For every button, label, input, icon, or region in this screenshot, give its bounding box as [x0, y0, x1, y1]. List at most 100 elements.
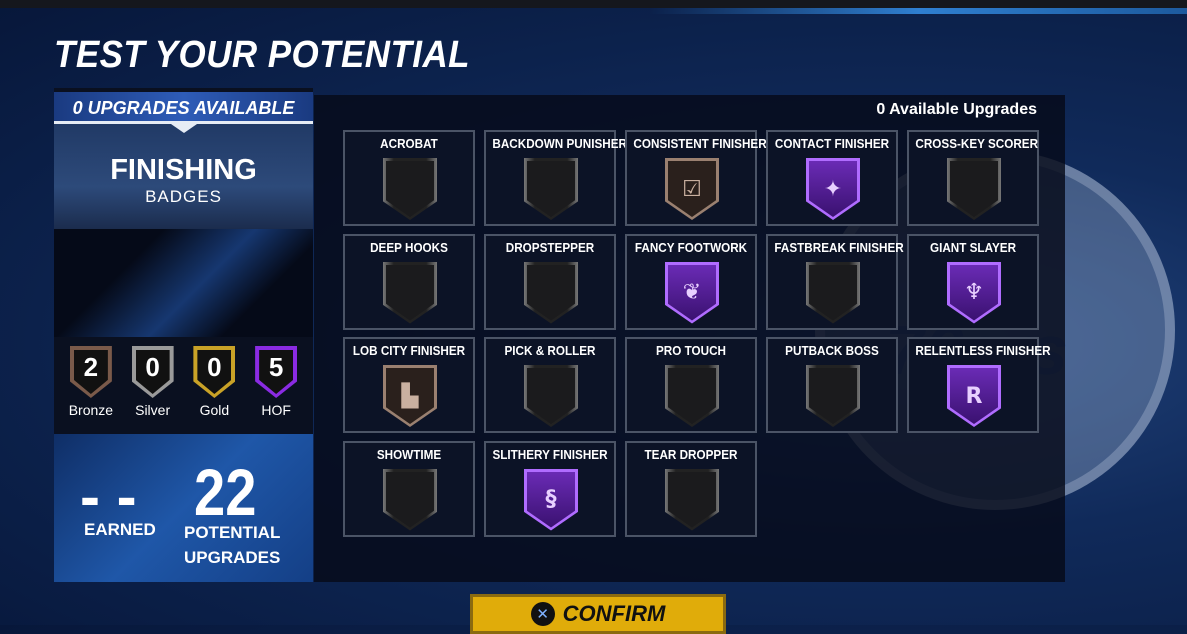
potential-value: 22: [194, 455, 257, 529]
badge-face: ❦: [668, 264, 716, 321]
empty-badge-icon: [665, 468, 719, 531]
confirm-label: CONFIRM: [562, 601, 666, 626]
badge-pick-roller[interactable]: PICK & ROLLER: [484, 337, 616, 433]
badge-name: CONTACT FINISHER: [774, 136, 890, 151]
contact-badge-icon: ✦: [806, 158, 860, 220]
badge-face: [527, 368, 575, 424]
badge-giant-slayer[interactable]: GIANT SLAYER ♆: [907, 233, 1039, 330]
badge-face: [809, 264, 857, 321]
available-upgrades-header: 0 Available Upgrades: [876, 101, 1037, 118]
badge-face: [386, 264, 434, 321]
winged-shoe-badge-icon: ❦: [665, 261, 719, 324]
badge-name: PUTBACK BOSS: [785, 343, 879, 358]
badge-name: BACKDOWN PUNISHER: [492, 136, 627, 151]
badge-relentless-finisher[interactable]: RELENTLESS FINISHER R: [907, 337, 1051, 433]
empty-badge-icon: [383, 261, 437, 324]
tier-bronze: 2 Bronze: [63, 346, 119, 434]
empty-badge-icon: [806, 261, 860, 324]
empty-badge-icon: [806, 365, 860, 427]
badge-name: PICK & ROLLER: [504, 343, 596, 358]
badge-contact-finisher[interactable]: CONTACT FINISHER ✦: [766, 130, 898, 226]
top-glow: [650, 8, 1187, 14]
badge-name: FASTBREAK FINISHER: [774, 239, 904, 255]
badge-face: [950, 161, 998, 217]
empty-badge-icon: [524, 365, 578, 427]
potential-label: POTENTIAL UPGRADES: [184, 523, 281, 567]
badge-face: ✦: [809, 161, 857, 217]
badge-name: RELENTLESS FINISHER: [915, 343, 1051, 358]
badge-cross-key-scorer[interactable]: CROSS-KEY SCORER: [907, 130, 1039, 226]
empty-badge-icon: [524, 261, 578, 324]
badge-showtime[interactable]: SHOWTIME: [343, 440, 475, 537]
cross-button-icon: ✕: [530, 602, 555, 626]
badge-tear-dropper[interactable]: TEAR DROPPER: [625, 440, 757, 537]
empty-badge-icon: [524, 158, 578, 220]
badge-name: DROPSTEPPER: [505, 239, 595, 255]
badge-name: SHOWTIME: [376, 446, 442, 462]
tier-count: 0: [145, 352, 160, 382]
badge-slithery-finisher[interactable]: SLITHERY FINISHER §: [484, 440, 616, 537]
page-title: TEST YOUR POTENTIAL: [54, 34, 470, 76]
earned-label: EARNED: [84, 520, 156, 539]
badge-face: §: [527, 471, 575, 528]
tier-count: 2: [83, 352, 99, 382]
snake-badge-icon: §: [524, 468, 578, 531]
badge-face: [386, 161, 434, 217]
checklist-badge-icon: ☑: [665, 158, 719, 220]
tier-count: 5: [268, 352, 284, 382]
tier-counts: 2 Bronze 0 Silver 0 Gold 5 HOF: [54, 346, 313, 434]
badge-name: GIANT SLAYER: [929, 239, 1017, 255]
badge-fastbreak-finisher[interactable]: FASTBREAK FINISHER: [766, 233, 904, 330]
upgrades-available-banner: 0 UPGRADES AVAILABLE: [54, 92, 313, 124]
upgrade-stats: - - 22 EARNED POTENTIAL UPGRADES: [54, 434, 313, 582]
badge-consistent-finisher[interactable]: CONSISTENT FINISHER ☑: [625, 130, 767, 226]
badge-name: ACROBAT: [380, 136, 438, 151]
tier-silver: 0 Silver: [125, 346, 181, 434]
badge-name: DEEP HOOKS: [370, 239, 448, 255]
badge-name: LOB CITY FINISHER: [352, 343, 466, 358]
badge-face: ♆: [950, 264, 998, 321]
tier-count: 0: [207, 352, 222, 382]
tier-shield-icon: 5: [255, 346, 298, 398]
badge-grid-panel: 0 Available Upgrades ACROBAT BACKDOWN PUN…: [314, 95, 1065, 582]
top-bar: [0, 0, 1187, 8]
tier-shield-icon: 0: [193, 346, 236, 398]
empty-badge-icon: [383, 158, 437, 220]
category-card[interactable]: FINISHING BADGES: [54, 124, 313, 229]
badge-putback-boss[interactable]: PUTBACK BOSS: [766, 337, 898, 433]
badge-name: FANCY FOOTWORK: [634, 239, 748, 255]
confirm-button[interactable]: ✕ CONFIRM: [470, 594, 726, 634]
giant-badge-icon: ♆: [947, 261, 1001, 324]
empty-badge-icon: [947, 158, 1001, 220]
empty-badge-icon: [383, 468, 437, 531]
badge-dropstepper[interactable]: DROPSTEPPER: [484, 233, 616, 330]
badge-lob-city-finisher[interactable]: LOB CITY FINISHER ▙: [343, 337, 475, 433]
badge-face: ☑: [668, 161, 716, 217]
badge-deep-hooks[interactable]: DEEP HOOKS: [343, 233, 475, 330]
badge-backdown-punisher[interactable]: BACKDOWN PUNISHER: [484, 130, 627, 226]
badge-face: R: [950, 368, 998, 424]
badge-face: [386, 471, 434, 528]
badge-acrobat[interactable]: ACROBAT: [343, 130, 475, 226]
tier-hof: 5 HOF: [248, 346, 304, 434]
tier-label: Gold: [199, 402, 230, 418]
tier-gold: 0 Gold: [186, 346, 242, 434]
badge-name: CONSISTENT FINISHER: [633, 136, 767, 151]
badge-face: [527, 161, 575, 217]
tier-label: HOF: [261, 402, 291, 418]
category-panel: 0 UPGRADES AVAILABLE FINISHING BADGES 2 B…: [54, 88, 313, 582]
decorative-streak: [54, 229, 313, 337]
category-subtitle: BADGES: [145, 187, 222, 206]
badge-name: CROSS-KEY SCORER: [915, 136, 1039, 151]
badge-fancy-footwork[interactable]: FANCY FOOTWORK ❦: [625, 233, 757, 330]
tier-label: Silver: [135, 402, 171, 418]
tier-shield-icon: 0: [131, 346, 174, 398]
badge-name: SLITHERY FINISHER: [492, 446, 608, 462]
badge-face: [809, 368, 857, 424]
badge-name: TEAR DROPPER: [644, 446, 738, 462]
tier-shield-icon: 2: [69, 346, 112, 398]
badge-pro-touch[interactable]: PRO TOUCH: [625, 337, 757, 433]
tier-label: Bronze: [68, 402, 114, 418]
r-letter-badge-icon: R: [947, 365, 1001, 427]
badge-face: [668, 471, 716, 528]
